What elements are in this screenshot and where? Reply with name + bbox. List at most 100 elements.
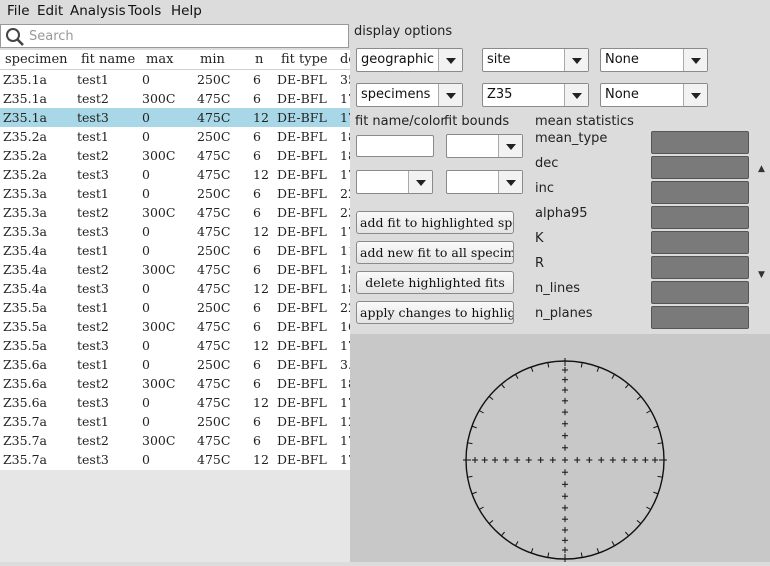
mean-type-select[interactable]: None [600,48,708,72]
stats-scrollbar[interactable]: ▲ ▼ [756,112,768,334]
table-row[interactable]: Z35.5a test3 0 475C 12 DE-BFL 17 [0,336,350,355]
equal-area-plot[interactable] [350,334,770,562]
search-icon [5,27,25,51]
coordinate-select[interactable]: geographic [356,48,463,72]
cell-max: 0 [142,224,150,239]
scroll-down-arrow-icon[interactable]: ▼ [758,270,765,280]
cell-fit-name: test1 [77,243,109,258]
net-perimeter-tick [471,425,477,429]
menu-help[interactable]: Help [171,3,202,19]
cell-fit-type: DE-BFL [277,167,327,182]
stat-label-k: K [535,231,544,246]
table-row[interactable]: Z35.7a test3 0 475C 12 DE-BFL 17 [0,450,350,469]
fit-name-input[interactable] [356,135,434,157]
level-select[interactable]: site [482,48,589,72]
menu-tools[interactable]: Tools [128,3,161,19]
cell-max: 300C [142,91,176,106]
cell-specimen: Z35.4a [3,262,47,277]
table-row[interactable]: Z35.3a test1 0 250C 6 DE-BFL 22 [0,184,350,203]
table-row[interactable]: Z35.6a test2 300C 475C 6 DE-BFL 18 [0,374,350,393]
net-perimeter-tick [596,366,600,372]
col-dec[interactable]: de [340,52,350,67]
scroll-up-arrow-icon[interactable]: ▲ [758,164,765,174]
table-body: Z35.1a test1 0 250C 6 DE-BFL 35 Z35.1a test2 300C… [0,70,350,469]
stat-label-mean-type: mean_type [535,131,608,146]
cell-max: 0 [142,129,150,144]
mean-fit-select[interactable]: None [600,83,708,107]
show-value-select[interactable]: Z35 [482,83,589,107]
col-fit-type[interactable]: fit type [281,52,328,67]
mean-fit-select-value: None [605,87,639,102]
table-row[interactable]: Z35.4a test2 300C 475C 6 DE-BFL 18 [0,260,350,279]
table-row[interactable]: Z35.1a test3 0 475C 12 DE-BFL 17 [0,108,350,127]
cell-specimen: Z35.3a [3,186,47,201]
cell-min: 475C [197,91,231,106]
table-row[interactable]: Z35.2a test2 300C 475C 6 DE-BFL 18 [0,146,350,165]
cell-max: 0 [142,338,150,353]
net-perimeter-tick [547,362,550,368]
col-fit-name[interactable]: fit name [81,52,135,67]
cell-fit-name: test3 [77,452,109,467]
display-options-heading: display options [354,24,453,39]
table-row[interactable]: Z35.2a test3 0 475C 12 DE-BFL 17 [0,165,350,184]
search-input[interactable] [29,27,329,45]
fit-lower-bound-select[interactable] [446,134,523,158]
cell-n: 6 [253,186,261,201]
cell-dec: 22 [340,300,350,315]
cell-dec: 18 [340,281,350,296]
add-fit-all-button[interactable]: add new fit to all specimens [356,241,514,264]
stat-label-inc: inc [535,181,554,196]
net-perimeter-tick [515,541,519,546]
table-row[interactable]: Z35.1a test2 300C 475C 6 DE-BFL 17 [0,89,350,108]
apply-changes-button[interactable]: apply changes to highlighted fits [356,301,514,324]
table-row[interactable]: Z35.1a test1 0 250C 6 DE-BFL 35 [0,70,350,89]
cell-n: 6 [253,433,261,448]
fit-color-select[interactable] [356,170,433,194]
cell-fit-type: DE-BFL [277,148,327,163]
table-row[interactable]: Z35.3a test2 300C 475C 6 DE-BFL 23 [0,203,350,222]
menu-edit[interactable]: Edit [37,3,63,19]
menu-file[interactable]: File [7,3,30,19]
table-row[interactable]: Z35.4a test1 0 250C 6 DE-BFL 11 [0,241,350,260]
net-perimeter-tick [636,520,642,525]
cell-n: 12 [253,281,269,296]
menu-analysis[interactable]: Analysis [70,3,126,19]
net-perimeter-tick [611,374,615,379]
cell-specimen: Z35.3a [3,205,47,220]
table-row[interactable]: Z35.6a test1 0 250C 6 DE-BFL 3.7 [0,355,350,374]
coordinate-select-value: geographic [361,52,435,67]
fit-upper-bound-select[interactable] [446,170,523,194]
cell-fit-name: test1 [77,72,109,87]
table-row[interactable]: Z35.7a test1 0 250C 6 DE-BFL 12 [0,412,350,431]
col-n[interactable]: n [255,52,263,67]
delete-fits-button[interactable]: delete highlighted fits [356,271,514,294]
table-row[interactable]: Z35.5a test2 300C 475C 6 DE-BFL 16 [0,317,350,336]
stat-value-inc [651,181,749,204]
table-row[interactable]: Z35.4a test3 0 475C 12 DE-BFL 18 [0,279,350,298]
col-max[interactable]: max [146,52,173,67]
cell-specimen: Z35.2a [3,148,47,163]
cell-specimen: Z35.1a [3,72,47,87]
cell-dec: 17 [340,433,350,448]
add-fit-highlighted-button[interactable]: add fit to highlighted specimens [356,211,514,234]
table-row[interactable]: Z35.6a test3 0 475C 12 DE-BFL 17 [0,393,350,412]
col-specimen[interactable]: specimen [5,52,68,67]
table-row[interactable]: Z35.2a test1 0 250C 6 DE-BFL 18 [0,127,350,146]
col-min[interactable]: min [200,52,225,67]
cell-max: 0 [142,281,150,296]
net-perimeter-tick [611,541,615,546]
show-select[interactable]: specimens [356,83,463,107]
table-row[interactable]: Z35.5a test1 0 250C 6 DE-BFL 22 [0,298,350,317]
cell-min: 250C [197,186,231,201]
cell-max: 300C [142,148,176,163]
table-row[interactable]: Z35.3a test3 0 475C 12 DE-BFL 17 [0,222,350,241]
cell-max: 300C [142,205,176,220]
cell-max: 0 [142,186,150,201]
cell-fit-type: DE-BFL [277,186,327,201]
table-row[interactable]: Z35.7a test2 300C 475C 6 DE-BFL 17 [0,431,350,450]
stat-label-n-lines: n_lines [535,281,580,296]
cell-n: 12 [253,167,269,182]
cell-min: 475C [197,338,231,353]
stat-label-dec: dec [535,156,559,171]
net-perimeter-tick [547,552,550,558]
